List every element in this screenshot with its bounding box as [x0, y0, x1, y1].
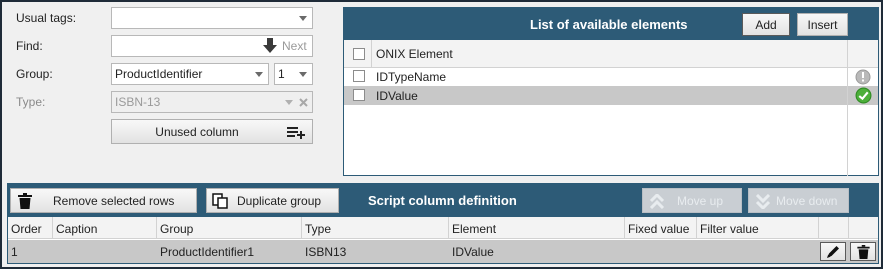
usual-tags-label: Usual tags: [16, 11, 77, 25]
duplicate-group-button[interactable]: Duplicate group [206, 188, 339, 213]
group-value: ProductIdentifier [115, 67, 203, 81]
move-up-button[interactable]: Move up [642, 188, 742, 213]
double-chevron-up-icon [649, 194, 665, 209]
group-select[interactable]: ProductIdentifier [111, 63, 269, 85]
script-column-header: Remove selected rows Duplicate group Scr… [8, 184, 878, 217]
type-select[interactable]: ISBN-13 [111, 91, 313, 113]
select-all-checkbox[interactable] [353, 48, 365, 60]
pencil-icon [827, 246, 839, 258]
remove-selected-rows-button[interactable]: Remove selected rows [10, 188, 197, 213]
cell-order: 1 [11, 245, 18, 259]
element-name: IDTypeName [376, 70, 447, 84]
script-column-panel: Remove selected rows Duplicate group Scr… [7, 183, 879, 264]
window-frame: Usual tags: Find: Next Group: ProductIde… [0, 0, 883, 269]
script-table-header: Order Caption Group Type Element Fixed v… [8, 217, 878, 239]
available-elements-panel: List of available elements Add Insert ON… [343, 7, 879, 176]
move-up-label: Move up [677, 194, 724, 208]
element-name: IDValue [376, 89, 418, 103]
add-list-icon [287, 127, 305, 139]
column-header-group: Group [160, 222, 194, 236]
group-index-select[interactable]: 1 [274, 63, 313, 85]
available-elements-column-header: ONIX Element [344, 40, 878, 68]
edit-row-button[interactable] [820, 242, 846, 261]
move-down-button[interactable]: Move down [748, 188, 849, 213]
column-divider [696, 217, 697, 239]
column-divider [848, 217, 849, 239]
cell-group: ProductIdentifier1 [160, 245, 255, 259]
available-elements-title: List of available elements [530, 17, 688, 32]
arrow-down-icon [263, 38, 277, 53]
column-divider [818, 217, 819, 239]
copy-icon [212, 193, 228, 209]
find-next-label: Next [282, 39, 307, 53]
chevron-down-icon [285, 100, 293, 105]
cell-element: IDValue [452, 245, 494, 259]
chevron-down-icon[interactable] [299, 16, 307, 21]
unused-column-button[interactable]: Unused column [111, 119, 313, 144]
unused-column-label: Unused column [155, 125, 239, 139]
add-button[interactable]: Add [742, 13, 790, 36]
row-checkbox[interactable] [353, 89, 365, 101]
list-item-selected[interactable]: IDValue [344, 86, 878, 105]
cell-type: ISBN13 [305, 245, 347, 259]
trash-icon [18, 193, 32, 209]
column-header-order: Order [11, 222, 42, 236]
info-icon [855, 69, 871, 85]
chevron-down-icon[interactable] [255, 72, 263, 77]
type-label: Type: [16, 95, 46, 109]
column-header-type: Type [305, 222, 332, 236]
group-index-value: 1 [278, 67, 285, 81]
trash-icon [857, 245, 870, 259]
column-divider [371, 40, 372, 68]
insert-button[interactable]: Insert [797, 13, 848, 36]
column-divider [156, 217, 157, 239]
check-circle-icon [855, 87, 872, 104]
column-divider [847, 40, 848, 68]
table-row[interactable]: 1 ProductIdentifier1 ISBN13 IDValue [8, 240, 878, 263]
type-value: ISBN-13 [115, 95, 161, 109]
onix-element-column-header: ONIX Element [376, 47, 453, 61]
available-elements-header: List of available elements Add Insert [344, 8, 878, 40]
column-header-fixed-value: Fixed value [628, 222, 690, 236]
column-divider [301, 217, 302, 239]
column-divider [52, 217, 53, 239]
column-divider [624, 217, 625, 239]
column-divider [847, 68, 848, 176]
usual-tags-select[interactable] [111, 7, 313, 29]
find-label: Find: [16, 39, 43, 53]
move-down-label: Move down [776, 194, 838, 208]
delete-row-button[interactable] [850, 242, 876, 261]
duplicate-group-label: Duplicate group [237, 194, 322, 208]
column-header-caption: Caption [56, 222, 98, 236]
remove-selected-rows-label: Remove selected rows [53, 194, 175, 208]
chevron-down-icon[interactable] [299, 72, 307, 77]
list-item[interactable]: IDTypeName [344, 68, 878, 86]
column-divider [448, 217, 449, 239]
clear-icon [299, 98, 308, 107]
column-header-filter-value: Filter value [700, 222, 759, 236]
double-chevron-down-icon [755, 194, 771, 209]
script-column-title: Script column definition [368, 193, 517, 208]
column-header-element: Element [452, 222, 497, 236]
group-label: Group: [16, 67, 53, 81]
row-checkbox[interactable] [353, 70, 365, 82]
find-next-button[interactable]: Next [263, 37, 313, 55]
